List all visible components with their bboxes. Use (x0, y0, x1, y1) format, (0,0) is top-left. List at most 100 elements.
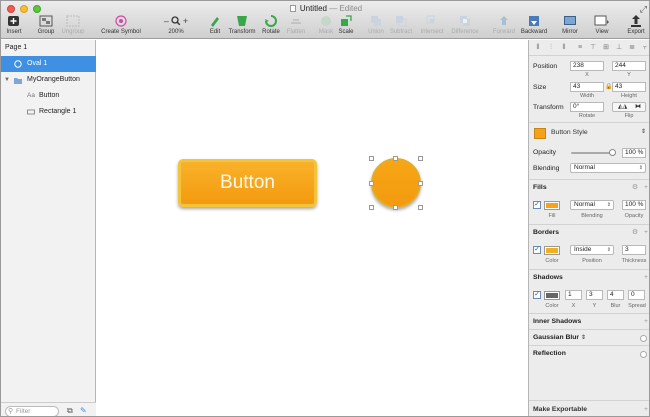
rotate-field[interactable]: 0° (570, 102, 604, 112)
shadow-enabled-checkbox[interactable]: ✓ (533, 291, 541, 299)
subtract-button[interactable]: Subtract (387, 15, 415, 39)
edit-pencil-icon[interactable]: ✎ (80, 406, 87, 415)
view-button[interactable]: View (591, 15, 613, 39)
add-inner-shadow-icon[interactable]: + (644, 314, 648, 330)
blending-select[interactable]: Normal ⇕ (570, 163, 646, 173)
height-field[interactable]: 43 (612, 82, 646, 92)
resize-handle-bottom[interactable] (393, 205, 398, 210)
canvas[interactable]: Button (97, 40, 528, 416)
filter-input[interactable]: ⚲ Filter (5, 406, 59, 416)
layer-oval-1[interactable]: Oval 1 (1, 56, 96, 72)
resize-handle-top[interactable] (393, 156, 398, 161)
shadow-blur-field[interactable]: 4 (607, 290, 624, 300)
border-enabled-checkbox[interactable]: ✓ (533, 246, 541, 254)
export-button[interactable]: Export (625, 15, 647, 39)
shadow-color-swatch[interactable] (544, 291, 560, 300)
fill-enabled-checkbox[interactable]: ✓ (533, 201, 541, 209)
fill-opacity-field[interactable]: 100 % (622, 200, 646, 210)
align-middle-icon[interactable]: ⊞ (602, 44, 610, 52)
zoom-control[interactable]: – + 200% (161, 15, 191, 39)
resize-handle-bottom-left[interactable] (369, 205, 374, 210)
resize-handle-left[interactable] (369, 181, 374, 186)
inner-shadows-section[interactable]: Inner Shadows + (529, 313, 649, 330)
position-x-field[interactable]: 238 (570, 61, 604, 71)
flip-horizontal-icon[interactable]: ◭◮ (618, 103, 627, 110)
add-export-icon[interactable]: + (644, 401, 648, 416)
backward-button[interactable]: Backward (519, 15, 549, 39)
union-button[interactable]: Union (365, 15, 387, 39)
forward-button[interactable]: Forward (491, 15, 517, 39)
layer-rectangle-1[interactable]: Rectangle 1 (1, 104, 96, 120)
border-position-caption: Position (582, 258, 602, 264)
fill-blending-select[interactable]: Normal ⇕ (570, 200, 614, 210)
border-color-swatch[interactable] (544, 246, 560, 255)
opacity-slider[interactable] (571, 149, 616, 156)
page-selector[interactable]: Page 1 (5, 44, 27, 51)
difference-button[interactable]: Difference (448, 15, 482, 39)
disclosure-triangle-icon[interactable]: ▼ (4, 72, 10, 88)
gear-icon[interactable]: ⚙ (632, 180, 638, 196)
resize-handle-bottom-right[interactable] (418, 205, 423, 210)
group-icon (34, 15, 58, 28)
add-shadow-icon[interactable]: + (644, 270, 648, 286)
intersect-button[interactable]: Intersect (417, 15, 447, 39)
opacity-field[interactable]: 100 % (622, 148, 646, 158)
edit-button[interactable]: Edit (205, 15, 225, 39)
add-border-icon[interactable]: + (644, 225, 648, 241)
scale-button[interactable]: Scale (337, 15, 355, 39)
insert-button[interactable]: Insert (3, 15, 25, 39)
gaussian-blur-toggle[interactable] (640, 335, 647, 342)
fullscreen-icon[interactable]: ⤢ (640, 4, 647, 15)
width-field[interactable]: 43 (570, 82, 604, 92)
mask-label: Mask (318, 29, 334, 35)
shadow-x-field[interactable]: 1 (565, 290, 582, 300)
resize-handle-top-left[interactable] (369, 156, 374, 161)
gear-icon[interactable]: ⚙ (632, 225, 638, 241)
align-right-icon[interactable]: ⫴ (560, 44, 568, 52)
transform-button[interactable]: Transform (227, 15, 257, 39)
flip-vertical-icon[interactable]: ⧓ (635, 103, 641, 110)
align-bottom-icon[interactable]: ⊥ (615, 44, 623, 52)
size-label: Size (533, 84, 547, 91)
create-symbol-button[interactable]: Create Symbol (99, 15, 143, 39)
border-thickness-field[interactable]: 3 (622, 245, 646, 255)
alignment-bar: ⫴ ⫶ ⫴ ≡ ⊤ ⊞ ⊥ ≣ ⫟ (529, 40, 649, 56)
insert-icon (3, 15, 25, 28)
ungroup-label: Ungroup (61, 29, 85, 35)
layer-myorangebutton[interactable]: ▼ MyOrangeButton (1, 72, 96, 88)
reflection-section[interactable]: Reflection (529, 345, 649, 361)
shared-style-row[interactable]: Button Style ⇕ (529, 122, 649, 144)
button-text[interactable]: Button (220, 172, 275, 193)
distribute-horizontal-icon[interactable]: ≡ (576, 44, 584, 52)
position-y-field[interactable]: 244 (612, 61, 646, 71)
distribute-vertical-icon[interactable]: ≣ (628, 44, 636, 52)
align-center-icon[interactable]: ⫶ (547, 44, 555, 52)
opacity-slider-knob[interactable] (609, 149, 616, 156)
folder-icon (14, 78, 22, 84)
layer-button-text[interactable]: Aa Button (1, 88, 96, 104)
orange-button-shape[interactable]: Button (178, 159, 317, 207)
resize-handle-right[interactable] (418, 181, 423, 186)
group-button[interactable]: Group (34, 15, 58, 39)
mask-button[interactable]: Mask (317, 15, 335, 39)
reflection-toggle[interactable] (640, 351, 647, 358)
chevron-updown-icon: ⇕ (580, 335, 587, 341)
mirror-button[interactable]: Mirror (559, 15, 581, 39)
add-fill-icon[interactable]: + (644, 180, 648, 196)
fill-color-swatch[interactable] (544, 201, 560, 210)
make-exportable-section[interactable]: Make Exportable + (529, 400, 649, 416)
oval-shape[interactable] (371, 158, 421, 208)
flatten-button[interactable]: Flatten (284, 15, 308, 39)
align-bottom-edge-icon[interactable]: ⫟ (641, 44, 649, 52)
resize-handle-top-right[interactable] (418, 156, 423, 161)
ungroup-button[interactable]: Ungroup (59, 15, 87, 39)
shadow-y-field[interactable]: 3 (586, 290, 603, 300)
rotate-button[interactable]: Rotate (260, 15, 282, 39)
align-top-icon[interactable]: ⊤ (589, 44, 597, 52)
add-page-icon[interactable]: ⧉ (67, 406, 73, 416)
shadow-spread-field[interactable]: 0 (628, 290, 645, 300)
align-left-icon[interactable]: ⫴ (534, 44, 542, 52)
gaussian-blur-section[interactable]: Gaussian Blur ⇕ (529, 329, 649, 345)
flip-control[interactable]: ◭◮ ⧓ (612, 102, 646, 112)
border-position-select[interactable]: Inside ⇕ (570, 245, 614, 255)
